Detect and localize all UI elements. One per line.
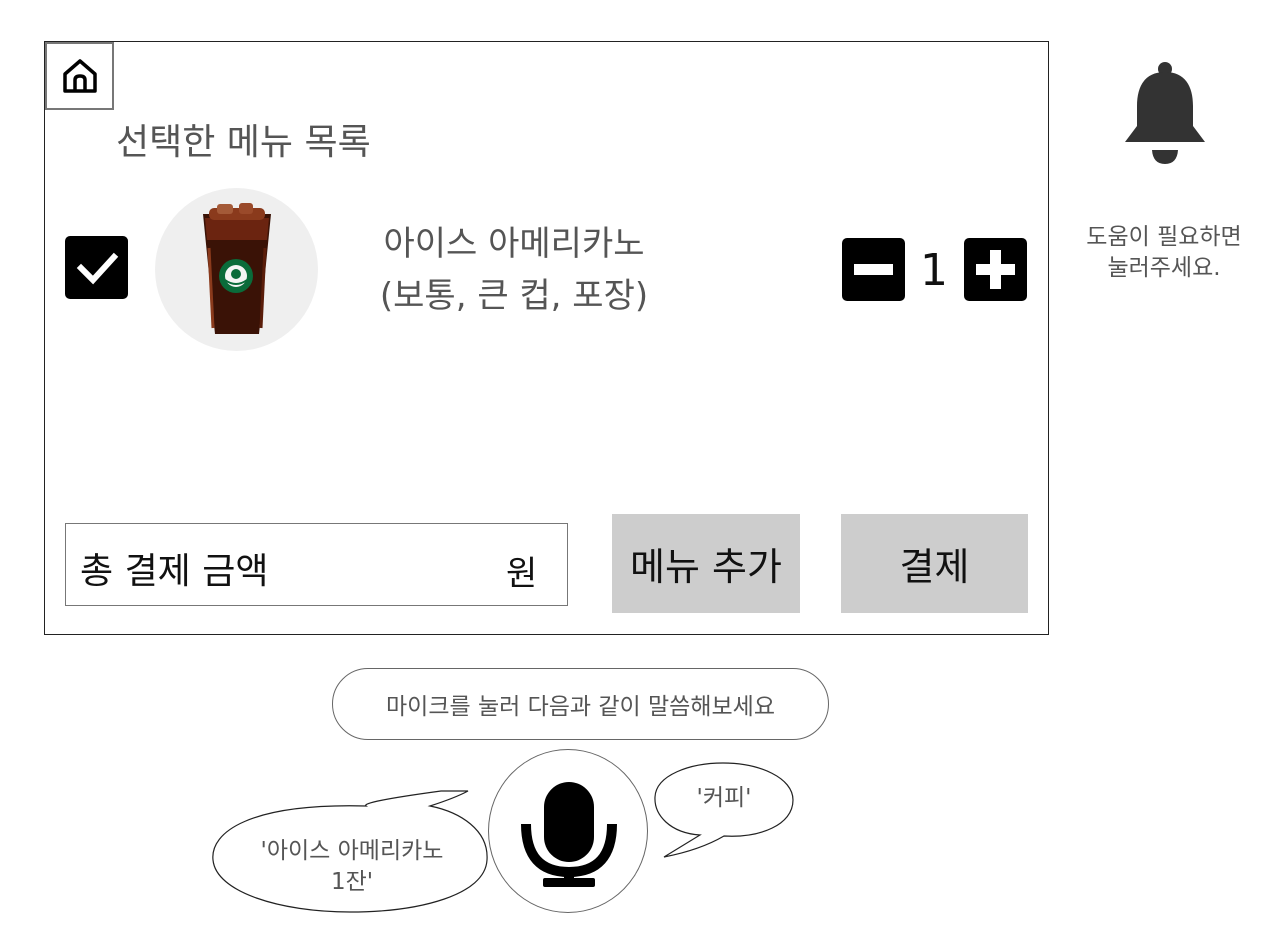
voice-example-short: '커피' <box>696 785 752 811</box>
microphone-icon <box>521 782 617 887</box>
voice-example-long-line1: '아이스 아메리카노 <box>260 838 444 864</box>
microphone-button[interactable] <box>488 749 648 913</box>
voice-example-long-line2: 1잔' <box>330 869 374 895</box>
voice-example-long: '아이스 아메리카노 1잔' <box>222 836 482 898</box>
